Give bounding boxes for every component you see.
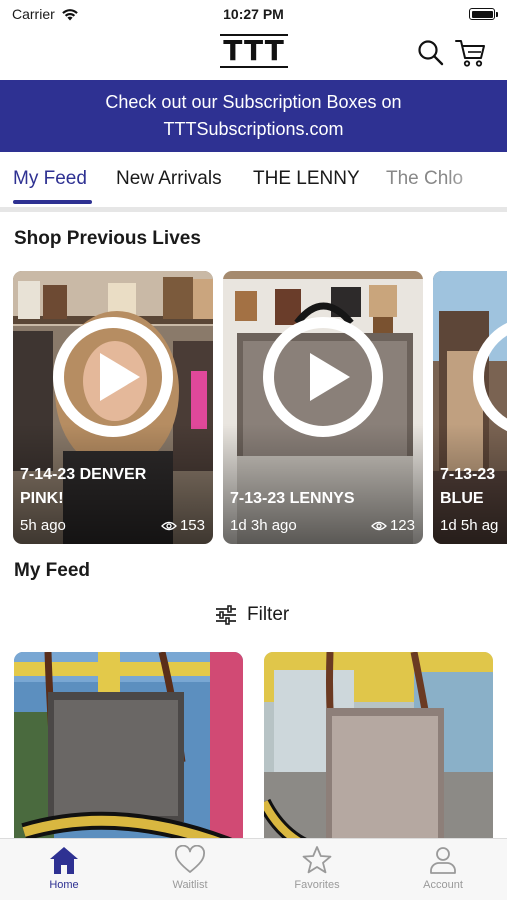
live-meta: 1d 3h ago 123 [230, 517, 415, 534]
active-tab-indicator [13, 200, 92, 204]
live-title: 7-13-23 LENNYS [230, 487, 420, 511]
search-button[interactable] [416, 38, 446, 68]
live-title-line-2: PINK! [20, 490, 64, 507]
cart-icon [455, 40, 485, 67]
nav-account[interactable]: Account [393, 845, 493, 891]
status-bar: Carrier 10:27 PM [0, 0, 507, 30]
nav-label: Home [49, 879, 79, 891]
product-card[interactable] [14, 652, 243, 852]
tab-the-lenny[interactable]: THE LENNY [253, 168, 360, 190]
banner-line-1: Check out our Subscription Boxes on [105, 92, 402, 112]
live-view-count: 123 [389, 517, 415, 534]
product-image [264, 652, 493, 852]
category-tabs: My Feed New Arrivals THE LENNY The Chlo [0, 152, 507, 208]
live-time-ago: 1d 5h ag [440, 517, 499, 534]
live-time-ago: 1d 3h ago [230, 517, 297, 534]
tabs-divider [0, 207, 507, 212]
nav-home[interactable]: Home [14, 845, 114, 891]
nav-label: Account [423, 879, 463, 891]
live-title-line-1: 7-13-23 LENNYS [230, 490, 355, 507]
live-views: 123 [371, 517, 415, 534]
tabs-fade [447, 152, 507, 208]
my-feed-title: My Feed [14, 560, 91, 581]
eye-icon [371, 521, 387, 530]
live-view-count: 153 [179, 517, 205, 534]
battery-icon [469, 8, 498, 20]
product-card[interactable] [264, 652, 493, 852]
nav-favorites[interactable]: Favorites [267, 845, 367, 891]
previous-lives-title: Shop Previous Lives [14, 228, 201, 249]
bottom-nav: Home Waitlist Favorites Account [0, 838, 507, 900]
subscription-banner[interactable]: Check out our Subscription Boxes on TTTS… [0, 80, 507, 152]
nav-waitlist[interactable]: Waitlist [140, 845, 240, 891]
play-icon[interactable] [263, 317, 383, 437]
live-title-line-1: 7-13-23 [440, 466, 496, 483]
search-icon [418, 40, 444, 66]
home-icon [50, 847, 78, 874]
previous-lives-carousel[interactable]: 7-14-23 DENVER PINK! 5h ago 153 7-13-23 … [0, 271, 507, 545]
logo-text: TTT [223, 34, 285, 67]
live-card[interactable]: 7-13-23 BLUE 1d 5h ag [433, 271, 507, 544]
brand-logo[interactable]: TTT [219, 34, 289, 70]
status-time: 10:27 PM [223, 6, 284, 22]
filter-label: Filter [247, 604, 290, 625]
person-icon [430, 847, 456, 874]
app-header: TTT [0, 30, 507, 80]
play-icon[interactable] [53, 317, 173, 437]
live-title-line-2: BLUE [440, 490, 484, 507]
banner-line-2: TTTSubscriptions.com [163, 119, 344, 139]
sliders-icon [216, 605, 236, 625]
live-title: 7-13-23 BLUE [440, 463, 507, 511]
eye-icon [161, 521, 177, 530]
live-meta: 5h ago 153 [20, 517, 205, 534]
nav-label: Waitlist [172, 879, 208, 891]
tab-my-feed[interactable]: My Feed [13, 168, 87, 190]
live-time-ago: 5h ago [20, 517, 66, 534]
nav-label: Favorites [294, 879, 340, 891]
heart-icon [175, 845, 205, 873]
live-views: 153 [161, 517, 205, 534]
live-card[interactable]: 7-13-23 LENNYS 1d 3h ago 123 [223, 271, 423, 544]
tab-new-arrivals[interactable]: New Arrivals [116, 168, 222, 190]
star-icon [302, 846, 332, 874]
live-meta: 1d 5h ag [440, 517, 507, 534]
cart-button[interactable] [455, 38, 485, 68]
filter-button[interactable]: Filter [215, 604, 289, 626]
live-title: 7-14-23 DENVER PINK! [20, 463, 210, 511]
live-title-line-1: 7-14-23 DENVER [20, 466, 147, 483]
product-image [14, 652, 243, 852]
live-card[interactable]: 7-14-23 DENVER PINK! 5h ago 153 [13, 271, 213, 544]
